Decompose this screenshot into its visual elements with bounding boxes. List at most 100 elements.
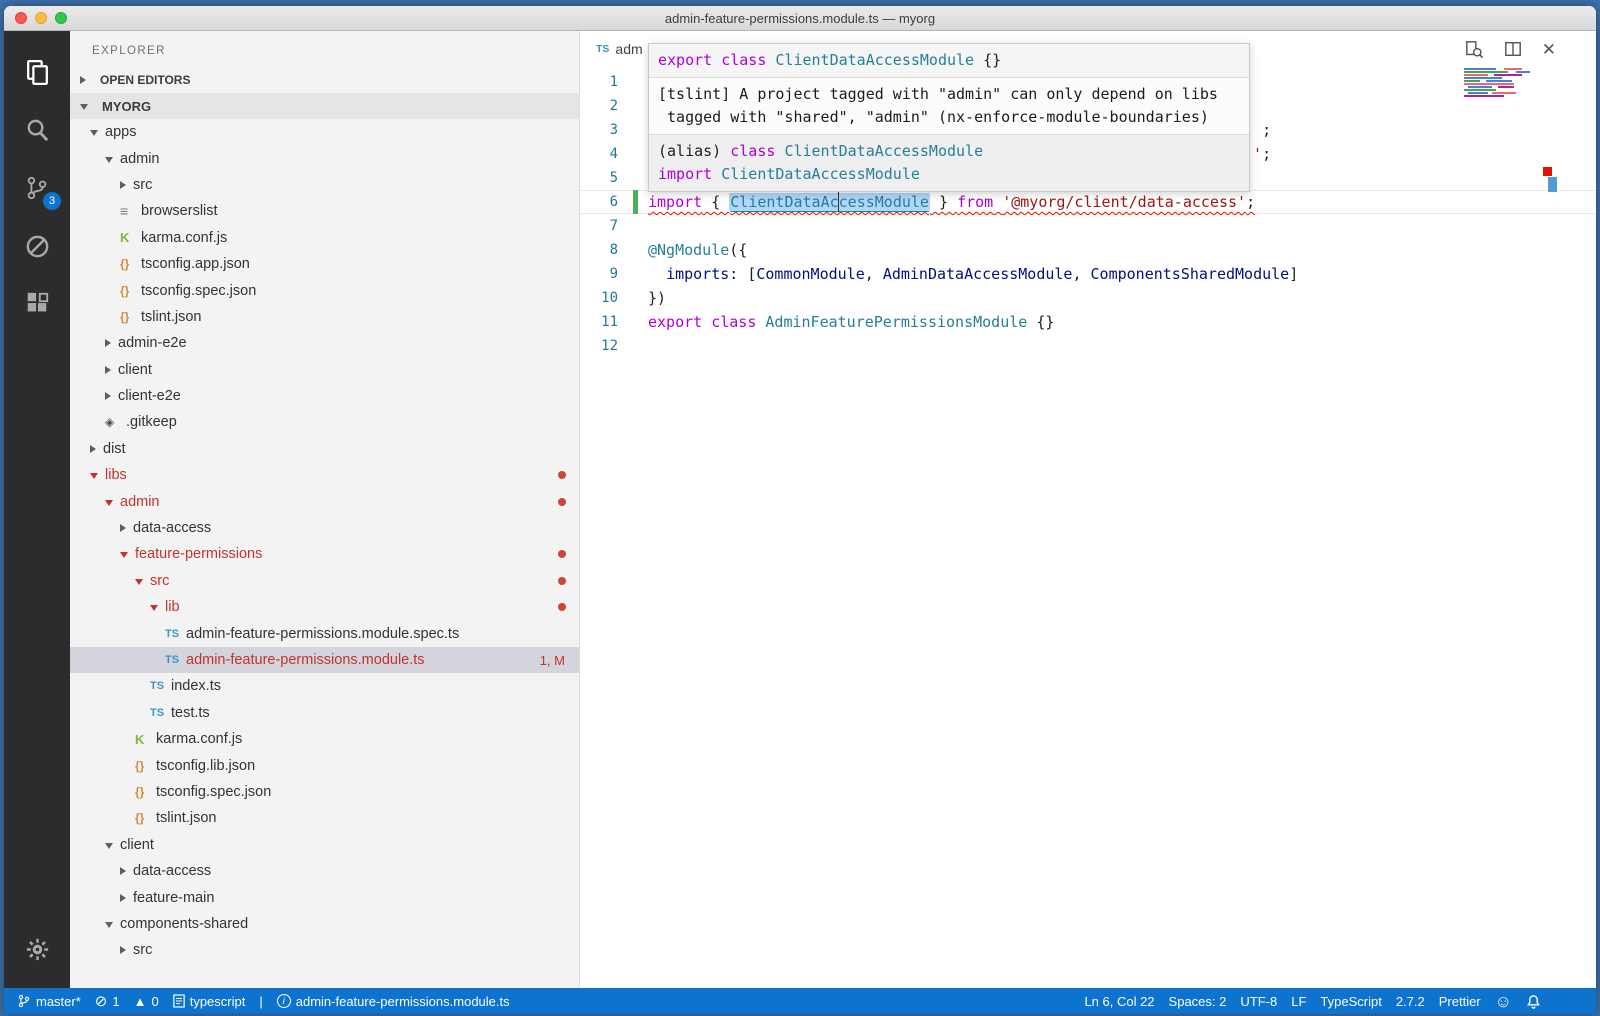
minimap-line (1464, 89, 1528, 91)
tree-item-label: admin-e2e (118, 335, 187, 351)
status-notifications[interactable] (1519, 994, 1548, 1009)
tree-folder-admin[interactable]: admin (70, 145, 579, 171)
branch-icon (17, 994, 31, 1008)
code-line-6[interactable]: 6import { ClientDataAccessModule } from … (580, 190, 1596, 214)
json-icon: {} (135, 811, 156, 825)
status-git-branch[interactable]: master* (10, 994, 88, 1009)
tree-folder-src[interactable]: src (70, 937, 579, 963)
tree-folder-lib[interactable]: lib (70, 594, 579, 620)
tree-file-tslint.json[interactable]: {}tslint.json (70, 304, 579, 330)
tree-folder-client[interactable]: client (70, 357, 579, 383)
status-warnings[interactable]: ▲0 (127, 994, 166, 1009)
status-eol[interactable]: LF (1284, 994, 1313, 1009)
token (993, 193, 1002, 211)
status-label: typescript (190, 994, 246, 1009)
tree-file-.gitkeep[interactable]: ◈.gitkeep (70, 409, 579, 435)
activity-source-control[interactable]: 3 (4, 159, 70, 217)
tree-item-label: data-access (133, 520, 211, 536)
code-line-12[interactable]: 12 (580, 334, 1596, 358)
tree-file-tslint.json[interactable]: {}tslint.json (70, 805, 579, 831)
sidebar-title: EXPLORER (70, 31, 579, 67)
activity-search[interactable] (4, 101, 70, 159)
minimize-window-button[interactable] (35, 12, 47, 24)
tree-folder-client[interactable]: client (70, 832, 579, 858)
tree-item-label: client (118, 362, 152, 378)
close-window-button[interactable] (15, 12, 27, 24)
activity-settings[interactable] (4, 920, 70, 978)
activity-explorer[interactable] (4, 43, 70, 101)
tree-folder-client-e2e[interactable]: client-e2e (70, 383, 579, 409)
tree-file-tsconfig.spec.json[interactable]: {}tsconfig.spec.json (70, 779, 579, 805)
status-label: Prettier (1439, 994, 1481, 1009)
status-cursor-position[interactable]: Ln 6, Col 22 (1077, 994, 1161, 1009)
tab-label: adm (615, 41, 642, 57)
tree-folder-components-shared[interactable]: components-shared (70, 911, 579, 937)
tree-folder-src[interactable]: src (70, 568, 579, 594)
tree-file-tsconfig.lib.json[interactable]: {}tsconfig.lib.json (70, 752, 579, 778)
minimap[interactable] (1464, 68, 1528, 98)
code-line-9[interactable]: 9 imports: [CommonModule, AdminDataAcces… (580, 262, 1596, 286)
workspace-root-header[interactable]: MYORG (70, 93, 579, 119)
tree-file-admin-feature-permissions.module.spec.ts[interactable]: TSadmin-feature-permissions.module.spec.… (70, 620, 579, 646)
tree-file-karma.conf.js[interactable]: Kkarma.conf.js (70, 225, 579, 251)
activity-extensions[interactable] (4, 275, 70, 333)
token: ] (1289, 265, 1298, 283)
status-language-mode[interactable]: TypeScript (1313, 994, 1388, 1009)
bell-icon (1526, 994, 1541, 1009)
status-active-file-info[interactable]: iadmin-feature-permissions.module.ts (270, 994, 517, 1009)
token: } (930, 193, 957, 211)
tree-folder-feature-permissions[interactable]: feature-permissions (70, 541, 579, 567)
scm-count-badge: 3 (43, 192, 61, 210)
tree-file-tsconfig.app.json[interactable]: {}tsconfig.app.json (70, 251, 579, 277)
tree-file-tsconfig.spec.json[interactable]: {}tsconfig.spec.json (70, 277, 579, 303)
token: export (648, 313, 702, 331)
split-editor-button[interactable] (1504, 40, 1522, 58)
code-line-11[interactable]: 11export class AdminFeaturePermissionsMo… (580, 310, 1596, 334)
tree-file-test.ts[interactable]: TStest.ts (70, 700, 579, 726)
status-typescript-status[interactable]: typescript (166, 994, 253, 1009)
status-label: TypeScript (1320, 994, 1381, 1009)
tree-folder-data-access[interactable]: data-access (70, 515, 579, 541)
tree-file-browserslist[interactable]: ≡browserslist (70, 198, 579, 224)
status-encoding[interactable]: UTF-8 (1233, 994, 1284, 1009)
status-bar: master*⊘1▲0typescript|iadmin-feature-per… (4, 988, 1596, 1014)
line-number: 2 (580, 98, 618, 114)
open-changes-button[interactable] (1465, 40, 1484, 59)
status-ts-version[interactable]: 2.7.2 (1389, 994, 1432, 1009)
line-number: 12 (580, 338, 618, 354)
open-editors-header[interactable]: OPEN EDITORS (70, 67, 579, 93)
tree-item-label: tslint.json (156, 810, 216, 826)
tree-folder-admin-e2e[interactable]: admin-e2e (70, 330, 579, 356)
hover-section-2: [tslint] A project tagged with "admin" c… (649, 77, 1249, 135)
code-line-8[interactable]: 8@NgModule({ (580, 238, 1596, 262)
close-editor-button[interactable]: ✕ (1542, 41, 1556, 58)
tab-admin-feature-permissions-module[interactable]: TS adm (580, 31, 657, 67)
tree-folder-src[interactable]: src (70, 172, 579, 198)
title-bar[interactable]: admin-feature-permissions.module.ts — my… (4, 6, 1596, 31)
tree-folder-apps[interactable]: apps (70, 119, 579, 145)
tree-folder-dist[interactable]: dist (70, 436, 579, 462)
diff-icon (1465, 40, 1484, 59)
status-indentation[interactable]: Spaces: 2 (1162, 994, 1234, 1009)
tree-folder-data-access[interactable]: data-access (70, 858, 579, 884)
code-line-10[interactable]: 10}) (580, 286, 1596, 310)
zoom-window-button[interactable] (55, 12, 67, 24)
tree-file-index.ts[interactable]: TSindex.ts (70, 673, 579, 699)
status-errors[interactable]: ⊘1 (88, 994, 127, 1009)
tree-folder-libs[interactable]: libs (70, 462, 579, 488)
tree-file-admin-feature-permissions.module.ts[interactable]: TSadmin-feature-permissions.module.ts1, … (70, 647, 579, 673)
modified-dot (558, 550, 566, 558)
token (648, 265, 666, 283)
token: ComponentsSharedModule (1091, 265, 1290, 283)
status-feedback[interactable]: ☺ (1488, 993, 1519, 1010)
token: '@myorg/client/data-access' (1002, 193, 1246, 211)
tree-folder-feature-main[interactable]: feature-main (70, 884, 579, 910)
status-formatter[interactable]: Prettier (1432, 994, 1488, 1009)
line-number: 8 (580, 242, 618, 258)
tree-item-label: libs (105, 467, 127, 483)
tree-file-karma.conf.js[interactable]: Kkarma.conf.js (70, 726, 579, 752)
activity-debug[interactable] (4, 217, 70, 275)
code-line-7[interactable]: 7 (580, 214, 1596, 238)
tree-folder-admin[interactable]: admin (70, 488, 579, 514)
gear-icon (24, 936, 51, 963)
